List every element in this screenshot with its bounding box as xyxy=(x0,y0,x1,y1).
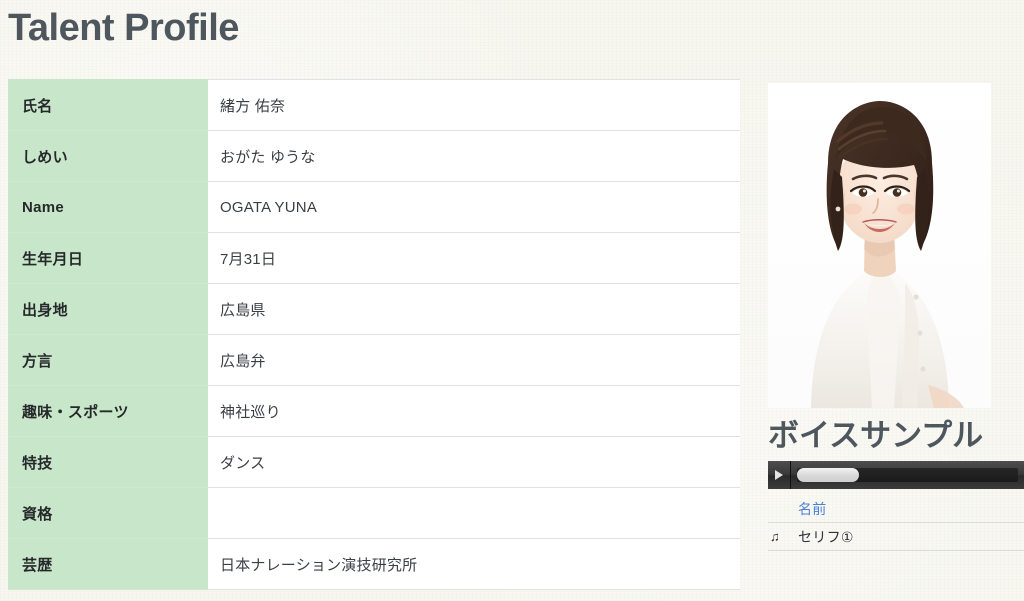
voice-sample-track-label[interactable]: セリフ① xyxy=(798,527,854,547)
profile-value-cell: 神社巡り xyxy=(208,385,740,437)
profile-value-cell: 日本ナレーション演技研究所 xyxy=(208,538,740,590)
music-note-icon: ♫ xyxy=(770,529,780,544)
profile-value-cell: 緒方 佑奈 xyxy=(208,79,740,131)
table-row: 方言 広島弁 xyxy=(8,334,740,386)
profile-label-cell: 芸歴 xyxy=(8,538,208,590)
profile-value-cell: おがた ゆうな xyxy=(208,130,740,182)
talent-profile-rows: 氏名 緒方 佑奈 しめい おがた ゆうな Name OGATA YUNA 生年月日 7月31日… xyxy=(8,79,740,590)
table-row: 特技 ダンス xyxy=(8,436,740,488)
table-row: しめい おがた ゆうな xyxy=(8,130,740,182)
profile-value-cell: OGATA YUNA xyxy=(208,181,740,233)
profile-label-cell: 特技 xyxy=(8,436,208,488)
table-row: 資格 xyxy=(8,487,740,539)
audio-player[interactable] xyxy=(768,461,1024,489)
voice-sample-track-label[interactable]: 名前 xyxy=(798,499,827,519)
play-triangle-icon xyxy=(775,470,783,480)
voice-sample-track-item[interactable]: ♫ セリフ① xyxy=(768,523,1024,551)
voice-sample-track-list: 名前 ♫ セリフ① xyxy=(768,495,1024,551)
profile-label-cell: 方言 xyxy=(8,334,208,386)
profile-label-cell: しめい xyxy=(8,130,208,182)
voice-sample-track-item[interactable]: 名前 xyxy=(768,495,1024,523)
page-title: Talent Profile xyxy=(8,7,239,49)
voice-sample-heading: ボイスサンプル xyxy=(768,418,984,453)
play-button[interactable] xyxy=(768,461,791,489)
profile-value-cell: ダンス xyxy=(208,436,740,488)
profile-value-cell: 広島県 xyxy=(208,283,740,335)
talent-profile-table: 氏名 緒方 佑奈 しめい おがた ゆうな Name OGATA YUNA 生年月日 7月31日… xyxy=(8,79,740,590)
profile-label-cell: 氏名 xyxy=(8,79,208,131)
table-row: 出身地 広島県 xyxy=(8,283,740,335)
audio-progress-handle[interactable] xyxy=(797,468,859,482)
table-row: Name OGATA YUNA xyxy=(8,181,740,233)
profile-value-cell: 広島弁 xyxy=(208,334,740,386)
table-row: 趣味・スポーツ 神社巡り xyxy=(8,385,740,437)
profile-value-cell: 7月31日 xyxy=(208,232,740,284)
table-row: 生年月日 7月31日 xyxy=(8,232,740,284)
profile-label-cell: 出身地 xyxy=(8,283,208,335)
profile-label-cell: Name xyxy=(8,181,208,233)
profile-label-cell: 資格 xyxy=(8,487,208,539)
table-row: 芸歴 日本ナレーション演技研究所 xyxy=(8,538,740,590)
profile-label-cell: 生年月日 xyxy=(8,232,208,284)
talent-portrait-photo xyxy=(768,83,991,408)
sidebar-panel: ボイスサンプル 名前 ♫ セリフ① xyxy=(768,83,1024,551)
profile-label-cell: 趣味・スポーツ xyxy=(8,385,208,437)
portrait-illustration xyxy=(768,83,991,408)
table-row: 氏名 緒方 佑奈 xyxy=(8,79,740,131)
audio-progress-track[interactable] xyxy=(797,468,1018,482)
profile-value-cell xyxy=(208,487,740,539)
